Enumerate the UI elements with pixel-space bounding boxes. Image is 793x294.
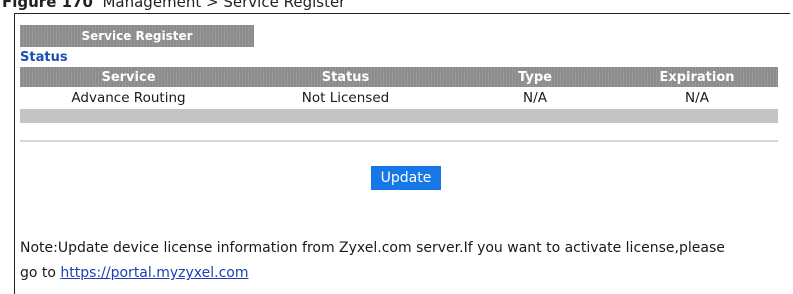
status-section-heading: Status: [20, 50, 68, 65]
table-footer-bar: [20, 109, 778, 123]
figure-title: Management > Service Register: [102, 0, 346, 11]
license-note: Note:Update device license information f…: [20, 236, 786, 286]
panel-title-tab: Service Register: [20, 25, 254, 47]
column-header-expiration: Expiration: [659, 69, 735, 85]
figure-number: Figure 170: [2, 0, 93, 11]
panel-title: Service Register: [81, 29, 193, 43]
cell-status: Not Licensed: [301, 90, 390, 106]
table-row: Advance Routing Not Licensed N/A N/A: [20, 87, 778, 109]
cell-type: N/A: [523, 90, 547, 106]
cell-expiration: N/A: [685, 90, 709, 106]
myzyxel-portal-link[interactable]: https://portal.myzyxel.com: [60, 265, 248, 281]
note-link-prefix: go to: [20, 265, 61, 281]
column-header-type: Type: [518, 69, 552, 85]
table-header-row: Service Status Type Expiration: [20, 67, 778, 87]
section-divider: [20, 140, 778, 142]
column-header-status: Status: [321, 69, 370, 85]
update-button[interactable]: Update: [371, 166, 441, 190]
column-header-service: Service: [101, 69, 156, 85]
figure-caption: Figure 170 Management > Service Register: [2, 0, 345, 11]
service-table: Service Status Type Expiration Advance R…: [20, 67, 778, 123]
note-text: Note:Update device license information f…: [20, 240, 725, 256]
cell-service: Advance Routing: [71, 90, 186, 106]
note-link-line: go to https://portal.myzyxel.com: [20, 261, 786, 286]
